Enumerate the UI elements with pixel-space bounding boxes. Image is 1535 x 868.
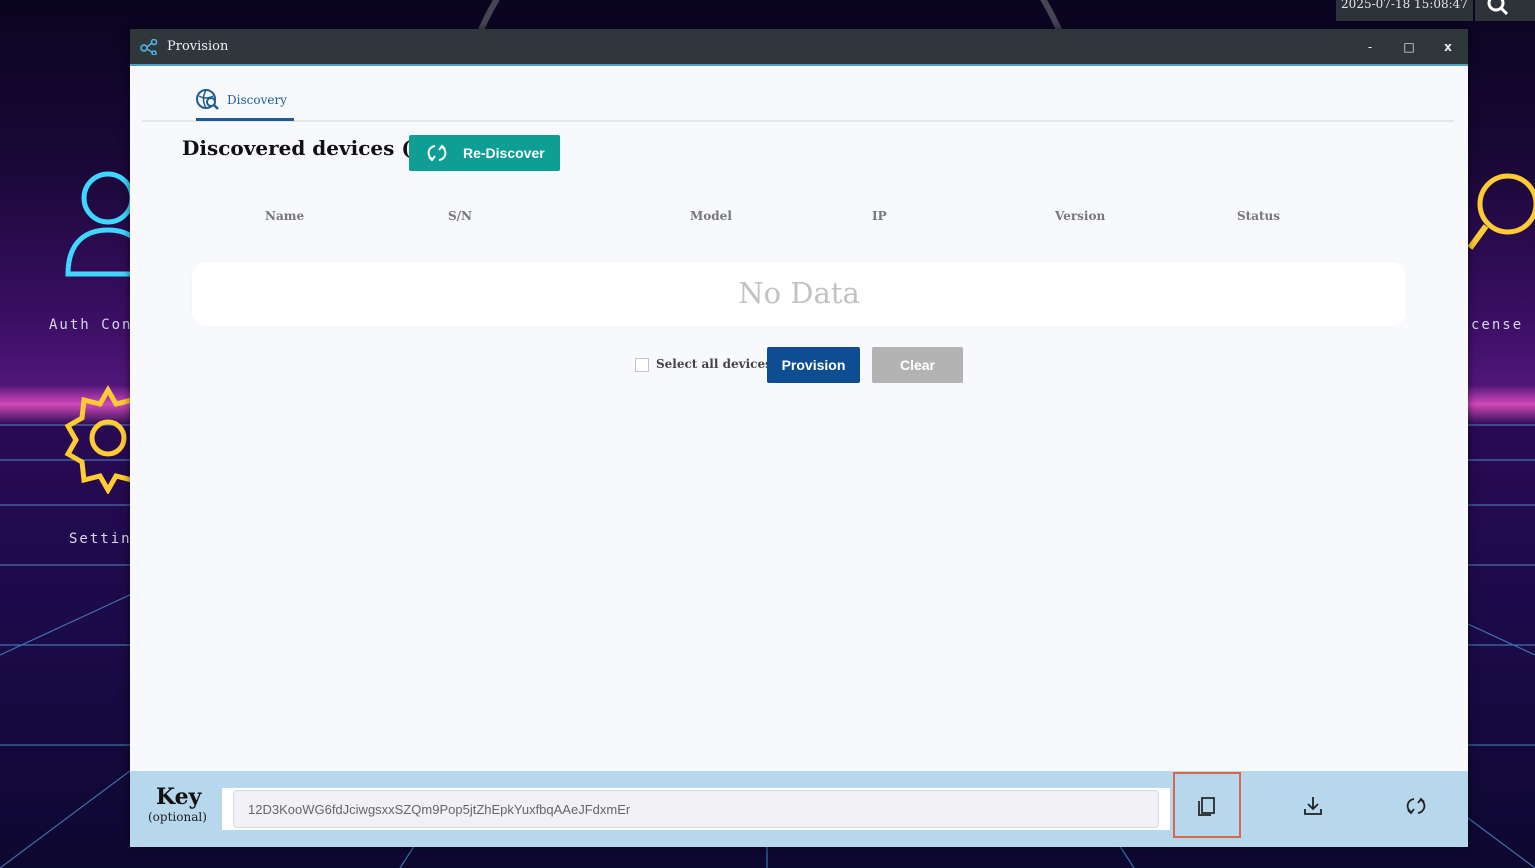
download-icon [1304, 797, 1322, 815]
magnifier-icon[interactable] [1468, 168, 1535, 268]
column-header-sn[interactable]: S/N [448, 209, 472, 223]
title-bar[interactable]: Provision - □ x [130, 29, 1468, 66]
page-title: Discovered devices (0) [182, 136, 435, 160]
refresh-icon [427, 144, 447, 162]
desktop-icon-label: Settin [69, 531, 132, 547]
select-all-label: Select all devices [656, 357, 772, 371]
rediscover-button[interactable]: Re-Discover [409, 135, 560, 171]
globe-search-icon [196, 89, 219, 110]
column-header-model[interactable]: Model [690, 209, 732, 223]
download-key-button[interactable] [1279, 772, 1347, 838]
rediscover-label: Re-Discover [463, 145, 545, 161]
tab-bar: Discovery [142, 67, 1454, 122]
empty-table-placeholder: No Data [192, 262, 1406, 326]
no-data-text: No Data [738, 276, 860, 310]
maximize-button[interactable]: □ [1398, 36, 1420, 58]
select-all-checkbox[interactable] [635, 358, 649, 372]
search-icon [1487, 0, 1509, 16]
desktop-icon-label: Auth Con [49, 317, 133, 333]
clear-button[interactable]: Clear [872, 347, 963, 383]
regenerate-key-button[interactable] [1382, 772, 1450, 838]
key-input[interactable] [233, 790, 1159, 828]
provision-button[interactable]: Provision [767, 347, 860, 383]
column-header-ip[interactable]: IP [872, 209, 887, 223]
column-header-version[interactable]: Version [1055, 209, 1105, 223]
tab-discovery[interactable]: Discovery [196, 87, 294, 121]
close-button[interactable]: x [1437, 36, 1459, 58]
key-optional-label: (optional) [148, 810, 207, 824]
user-icon[interactable] [60, 168, 140, 280]
system-clock: 2025-07-18 15:08:47 [1336, 0, 1473, 21]
taskbar-search-button[interactable] [1475, 0, 1535, 21]
desktop-icon-label: cense [1471, 317, 1524, 333]
window-title: Provision [167, 39, 229, 54]
refresh-icon [1406, 797, 1426, 815]
copy-icon [1198, 797, 1215, 816]
minimize-button[interactable]: - [1359, 36, 1381, 58]
key-label: Key [156, 784, 202, 810]
share-nodes-icon [140, 39, 158, 55]
gear-icon[interactable] [56, 382, 132, 494]
key-bar: Key (optional) [130, 771, 1468, 847]
copy-key-button[interactable] [1173, 772, 1241, 838]
column-header-status[interactable]: Status [1237, 209, 1280, 223]
provision-window: Provision - □ x Discovery Discovered dev… [130, 29, 1468, 847]
column-header-name[interactable]: Name [265, 209, 304, 223]
tab-label: Discovery [227, 93, 287, 107]
